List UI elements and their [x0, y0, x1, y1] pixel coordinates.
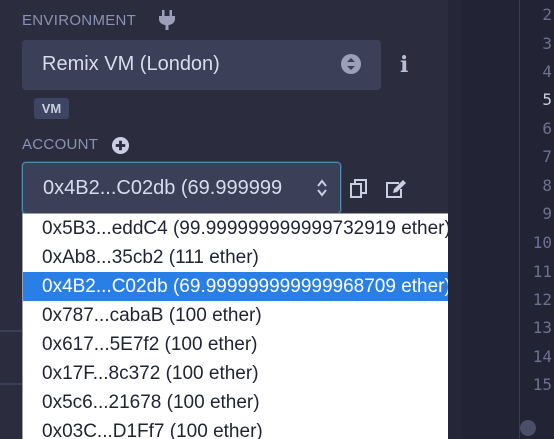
deploy-panel: ENVIRONMENT Remix VM (London) i VM ACCOU…: [0, 0, 525, 439]
chevron-updown-icon: [317, 179, 327, 197]
edit-icon[interactable]: [385, 179, 407, 199]
account-label: ACCOUNT: [22, 136, 99, 153]
plug-icon: [159, 10, 175, 30]
line-number-active: 5: [542, 90, 552, 109]
line-number: 12: [532, 290, 552, 309]
plus-circle-icon[interactable]: [111, 136, 130, 155]
line-number: 4: [542, 62, 552, 81]
line-number: 11: [532, 262, 552, 281]
hidden-form-line: [0, 330, 24, 332]
line-number: 2: [542, 5, 552, 24]
line-number: 8: [542, 176, 552, 195]
line-number: 3: [542, 34, 552, 53]
copy-icon[interactable]: [350, 179, 368, 199]
environment-select[interactable]: Remix VM (London): [22, 40, 381, 90]
line-number: 15: [532, 375, 552, 394]
vm-badge: VM: [34, 98, 69, 119]
environment-label: ENVIRONMENT: [22, 12, 137, 29]
line-number: 6: [542, 119, 552, 138]
editor-line-gutter: 2 3 4 5 6 7 8 9 10 11 12 13 14 15: [462, 0, 554, 439]
account-select[interactable]: 0x4B2...C02db (69.999999: [22, 162, 341, 214]
line-number: 13: [532, 318, 552, 337]
info-icon[interactable]: i: [400, 52, 408, 78]
panel-resize-handle[interactable]: [448, 0, 462, 439]
line-number: 14: [532, 347, 552, 366]
hidden-form-line: [0, 383, 24, 385]
editor-guide-line: [519, 0, 520, 439]
updown-circle-icon: [341, 54, 361, 74]
remix-deploy-screen: ENVIRONMENT Remix VM (London) i VM ACCOU…: [0, 0, 554, 439]
environment-select-value: Remix VM (London): [42, 53, 220, 75]
account-select-value: 0x4B2...C02db (69.999999: [43, 177, 283, 199]
line-number: 7: [542, 147, 552, 166]
scroll-indicator[interactable]: [520, 420, 536, 436]
line-number: 10: [532, 233, 552, 252]
line-number: 9: [542, 204, 552, 223]
